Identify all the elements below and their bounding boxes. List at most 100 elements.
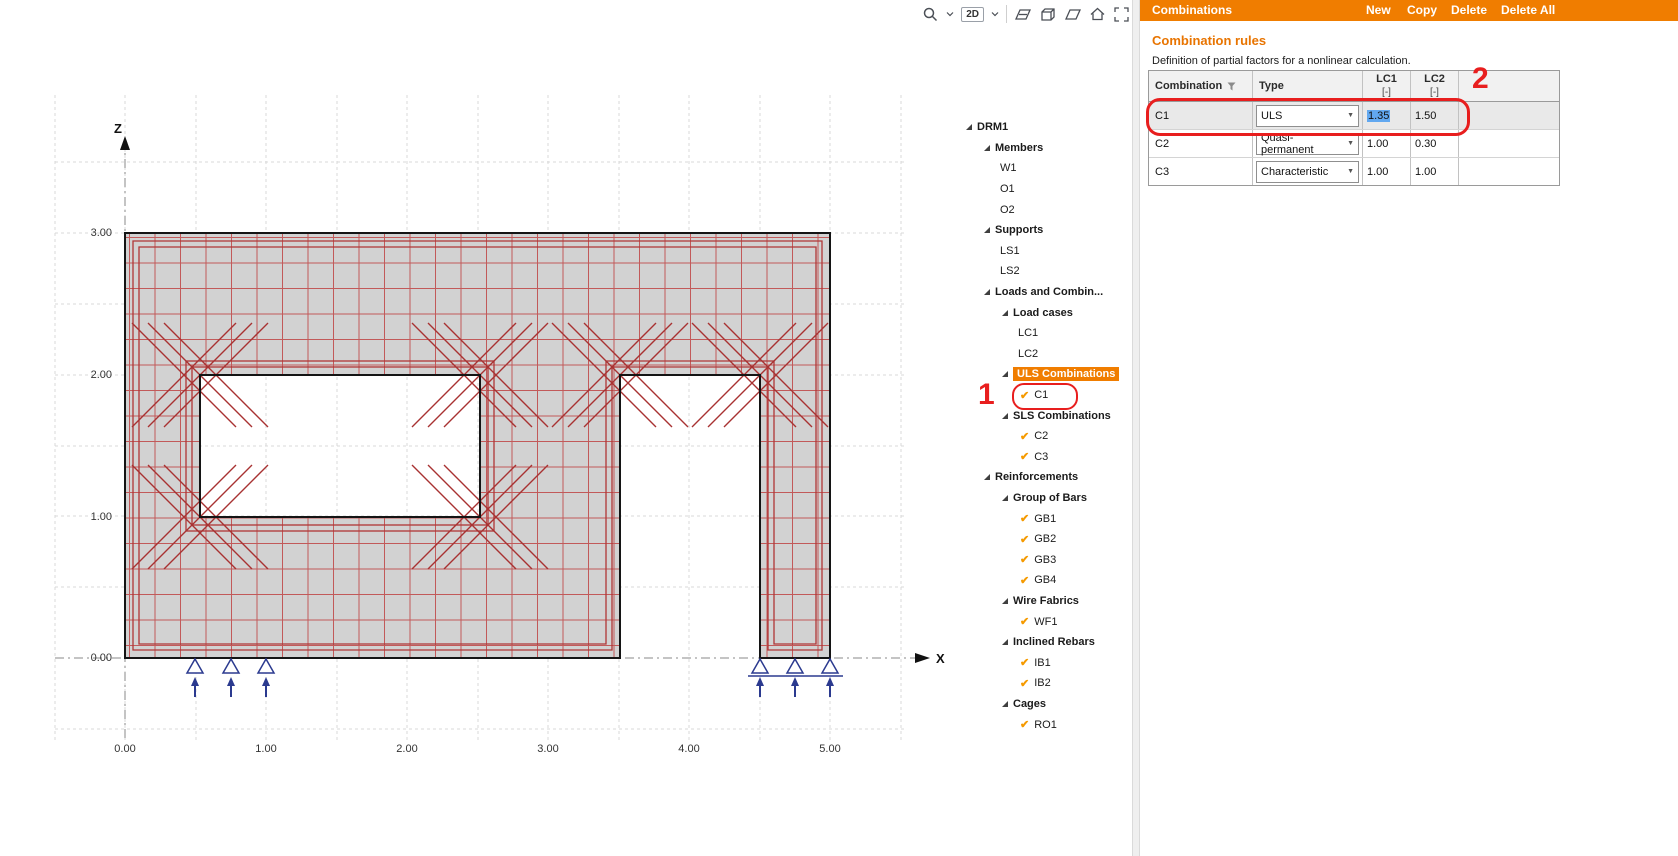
lc2-value-cell[interactable]: 1.50 (1411, 102, 1459, 129)
lc1-value-cell[interactable]: 1.00 (1363, 130, 1411, 157)
tree-expander-icon[interactable] (984, 145, 990, 151)
tree-item-ls1[interactable]: LS1 (960, 241, 1136, 262)
delete-button[interactable]: Delete (1451, 3, 1487, 17)
support-triangle-icon[interactable] (822, 659, 838, 673)
tree-item-c1[interactable]: ✔C1 (960, 385, 1136, 406)
checkbox-checked-icon[interactable]: ✔ (1020, 512, 1029, 525)
section-title: Combination rules (1152, 33, 1266, 48)
view-mode-chevron-down-icon[interactable] (991, 11, 999, 17)
lc1-value-cell[interactable]: 1.00 (1363, 158, 1411, 185)
tree-item-lc1[interactable]: LC1 (960, 323, 1136, 344)
tree-item-inclined-rebars[interactable]: Inclined Rebars (960, 632, 1136, 653)
combination-row-c2[interactable]: C2Quasi-permanent▼1.000.30 (1149, 130, 1559, 158)
support-triangle-icon[interactable] (752, 659, 768, 673)
chevron-down-icon[interactable]: ▼ (1343, 112, 1358, 119)
combination-row-c1[interactable]: C1ULS▼1.351.50 (1149, 102, 1559, 130)
tree-item-loads-and-combin[interactable]: Loads and Combin... (960, 282, 1136, 303)
combination-name-cell[interactable]: C1 (1149, 102, 1253, 129)
tree-expander-icon[interactable] (1002, 310, 1008, 316)
checkbox-checked-icon[interactable]: ✔ (1020, 656, 1029, 669)
z-axis-label: Z (114, 121, 122, 136)
tree-item-reinforcements[interactable]: Reinforcements (960, 467, 1136, 488)
chevron-down-icon[interactable]: ▼ (1343, 168, 1358, 175)
solid-cube-icon[interactable] (1039, 6, 1057, 23)
type-dropdown[interactable]: ULS▼ (1256, 105, 1359, 127)
tree-expander-icon[interactable] (1002, 598, 1008, 604)
tree-item-gb2[interactable]: ✔GB2 (960, 529, 1136, 550)
support-triangle-icon[interactable] (258, 659, 274, 673)
checkbox-checked-icon[interactable]: ✔ (1020, 574, 1029, 587)
search-chevron-down-icon[interactable] (946, 11, 954, 17)
tree-item-drm1[interactable]: DRM1 (960, 117, 1136, 138)
tree-item-ls2[interactable]: LS2 (960, 261, 1136, 282)
filter-icon[interactable] (1227, 82, 1236, 91)
type-dropdown[interactable]: Quasi-permanent▼ (1256, 133, 1359, 155)
tree-item-ro1[interactable]: ✔RO1 (960, 714, 1136, 735)
type-dropdown[interactable]: Characteristic▼ (1256, 161, 1359, 183)
tree-expander-icon[interactable] (1002, 701, 1008, 707)
tree-item-ib1[interactable]: ✔IB1 (960, 652, 1136, 673)
checkbox-checked-icon[interactable]: ✔ (1020, 718, 1029, 731)
clipping-plane-icon[interactable] (1064, 6, 1082, 23)
tree-item-sls-combinations[interactable]: SLS Combinations (960, 405, 1136, 426)
tree-item-wire-fabrics[interactable]: Wire Fabrics (960, 591, 1136, 612)
support-triangle-icon[interactable] (187, 659, 203, 673)
checkbox-checked-icon[interactable]: ✔ (1020, 533, 1029, 546)
section-description: Definition of partial factors for a nonl… (1152, 55, 1411, 67)
tree-item-supports[interactable]: Supports (960, 220, 1136, 241)
tree-expander-icon[interactable] (1002, 495, 1008, 501)
home-icon[interactable] (1089, 6, 1106, 22)
tree-item-ib2[interactable]: ✔IB2 (960, 673, 1136, 694)
tree-item-group-of-bars[interactable]: Group of Bars (960, 488, 1136, 509)
search-icon[interactable] (922, 6, 939, 23)
load-arrow-head (262, 677, 270, 686)
combination-row-c3[interactable]: C3Characteristic▼1.001.00 (1149, 158, 1559, 185)
tree-expander-icon[interactable] (966, 124, 972, 130)
lc2-value-cell[interactable]: 1.00 (1411, 158, 1459, 185)
checkbox-checked-icon[interactable]: ✔ (1020, 553, 1029, 566)
tree-item-gb1[interactable]: ✔GB1 (960, 508, 1136, 529)
support-triangle-icon[interactable] (223, 659, 239, 673)
checkbox-checked-icon[interactable]: ✔ (1020, 615, 1029, 628)
tree-item-o2[interactable]: O2 (960, 199, 1136, 220)
column-header-combination[interactable]: Combination (1149, 71, 1253, 101)
tree-expander-icon[interactable] (1002, 639, 1008, 645)
tree-item-c2[interactable]: ✔C2 (960, 426, 1136, 447)
zoom-extents-icon[interactable] (1113, 6, 1130, 23)
tree-item-w1[interactable]: W1 (960, 158, 1136, 179)
column-header-lc1[interactable]: LC1 [-] (1363, 71, 1411, 101)
chevron-down-icon[interactable]: ▼ (1343, 140, 1358, 147)
tree-item-lc2[interactable]: LC2 (960, 344, 1136, 365)
lc2-value-cell[interactable]: 0.30 (1411, 130, 1459, 157)
delete-all-button[interactable]: Delete All (1501, 3, 1555, 17)
support-triangle-icon[interactable] (787, 659, 803, 673)
checkbox-checked-icon[interactable]: ✔ (1020, 430, 1029, 443)
checkbox-checked-icon[interactable]: ✔ (1020, 677, 1029, 690)
view-mode-2d-button[interactable]: 2D (961, 7, 984, 22)
tree-item-o1[interactable]: O1 (960, 179, 1136, 200)
combination-name-cell[interactable]: C2 (1149, 130, 1253, 157)
tree-item-gb3[interactable]: ✔GB3 (960, 549, 1136, 570)
tree-item-wf1[interactable]: ✔WF1 (960, 611, 1136, 632)
tree-item-load-cases[interactable]: Load cases (960, 302, 1136, 323)
checkbox-checked-icon[interactable]: ✔ (1020, 389, 1029, 402)
new-button[interactable]: New (1366, 3, 1391, 17)
tree-expander-icon[interactable] (1002, 413, 1008, 419)
column-header-type[interactable]: Type (1253, 71, 1363, 101)
tree-item-members[interactable]: Members (960, 138, 1136, 159)
lc1-value-cell[interactable]: 1.35 (1363, 102, 1411, 129)
tree-item-cages[interactable]: Cages (960, 694, 1136, 715)
copy-button[interactable]: Copy (1407, 3, 1437, 17)
tree-item-uls-combinations[interactable]: ULS Combinations (960, 364, 1136, 385)
line-supports[interactable] (187, 659, 843, 697)
tree-expander-icon[interactable] (984, 227, 990, 233)
combination-name-cell[interactable]: C3 (1149, 158, 1253, 185)
column-header-lc2[interactable]: LC2 [-] (1411, 71, 1459, 101)
tree-item-gb4[interactable]: ✔GB4 (960, 570, 1136, 591)
checkbox-checked-icon[interactable]: ✔ (1020, 450, 1029, 463)
tree-expander-icon[interactable] (984, 289, 990, 295)
tree-expander-icon[interactable] (984, 474, 990, 480)
tree-item-c3[interactable]: ✔C3 (960, 447, 1136, 468)
tree-expander-icon[interactable] (1002, 371, 1008, 377)
workplane-icon[interactable] (1014, 6, 1032, 23)
